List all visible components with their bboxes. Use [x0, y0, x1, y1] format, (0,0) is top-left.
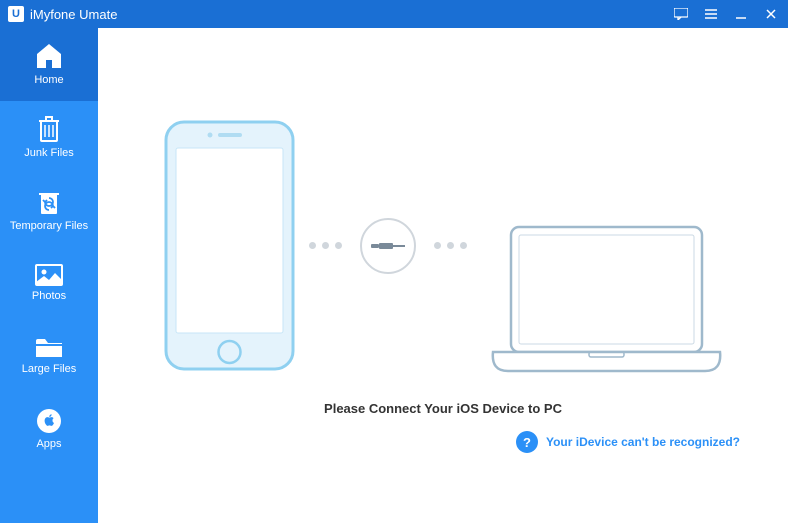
sidebar-item-apps[interactable]: Apps: [0, 393, 98, 466]
minimize-button[interactable]: [732, 5, 750, 23]
app-logo-icon: U: [8, 6, 24, 22]
sidebar-item-large-files[interactable]: Large Files: [0, 320, 98, 393]
connection-dots-right: [434, 242, 467, 249]
sidebar-item-photos[interactable]: Photos: [0, 247, 98, 320]
sidebar: Home Junk Files Temporary Files Photos: [0, 28, 98, 523]
sidebar-item-label: Apps: [36, 438, 61, 451]
trash-icon: [37, 115, 61, 143]
titlebar: U iMyfone Umate: [0, 0, 788, 28]
connection-dots-left: [309, 242, 342, 249]
sidebar-item-label: Junk Files: [24, 147, 74, 160]
feedback-icon[interactable]: [672, 5, 690, 23]
close-button[interactable]: [762, 5, 780, 23]
main-content: Please Connect Your iOS Device to PC ? Y…: [98, 28, 788, 523]
apps-icon: [36, 408, 62, 434]
help-link[interactable]: Your iDevice can't be recognized?: [546, 435, 740, 449]
connector-icon: [360, 218, 416, 274]
sidebar-item-label: Large Files: [22, 363, 76, 376]
folder-icon: [35, 337, 63, 359]
sidebar-item-label: Photos: [32, 290, 66, 303]
recycle-icon: [37, 188, 61, 216]
device-illustration: [162, 118, 724, 373]
laptop-icon: [489, 223, 724, 373]
app-title: iMyfone Umate: [30, 7, 117, 22]
sidebar-item-junk-files[interactable]: Junk Files: [0, 101, 98, 174]
home-icon: [34, 42, 64, 70]
sidebar-item-label: Home: [34, 74, 63, 87]
sidebar-item-home[interactable]: Home: [0, 28, 98, 101]
connect-message: Please Connect Your iOS Device to PC: [324, 401, 562, 416]
phone-icon: [162, 118, 297, 373]
sidebar-item-label: Temporary Files: [10, 220, 88, 233]
help-icon: ?: [516, 431, 538, 453]
photos-icon: [35, 264, 63, 286]
sidebar-item-temporary-files[interactable]: Temporary Files: [0, 174, 98, 247]
help-row: ? Your iDevice can't be recognized?: [516, 431, 740, 453]
menu-icon[interactable]: [702, 5, 720, 23]
